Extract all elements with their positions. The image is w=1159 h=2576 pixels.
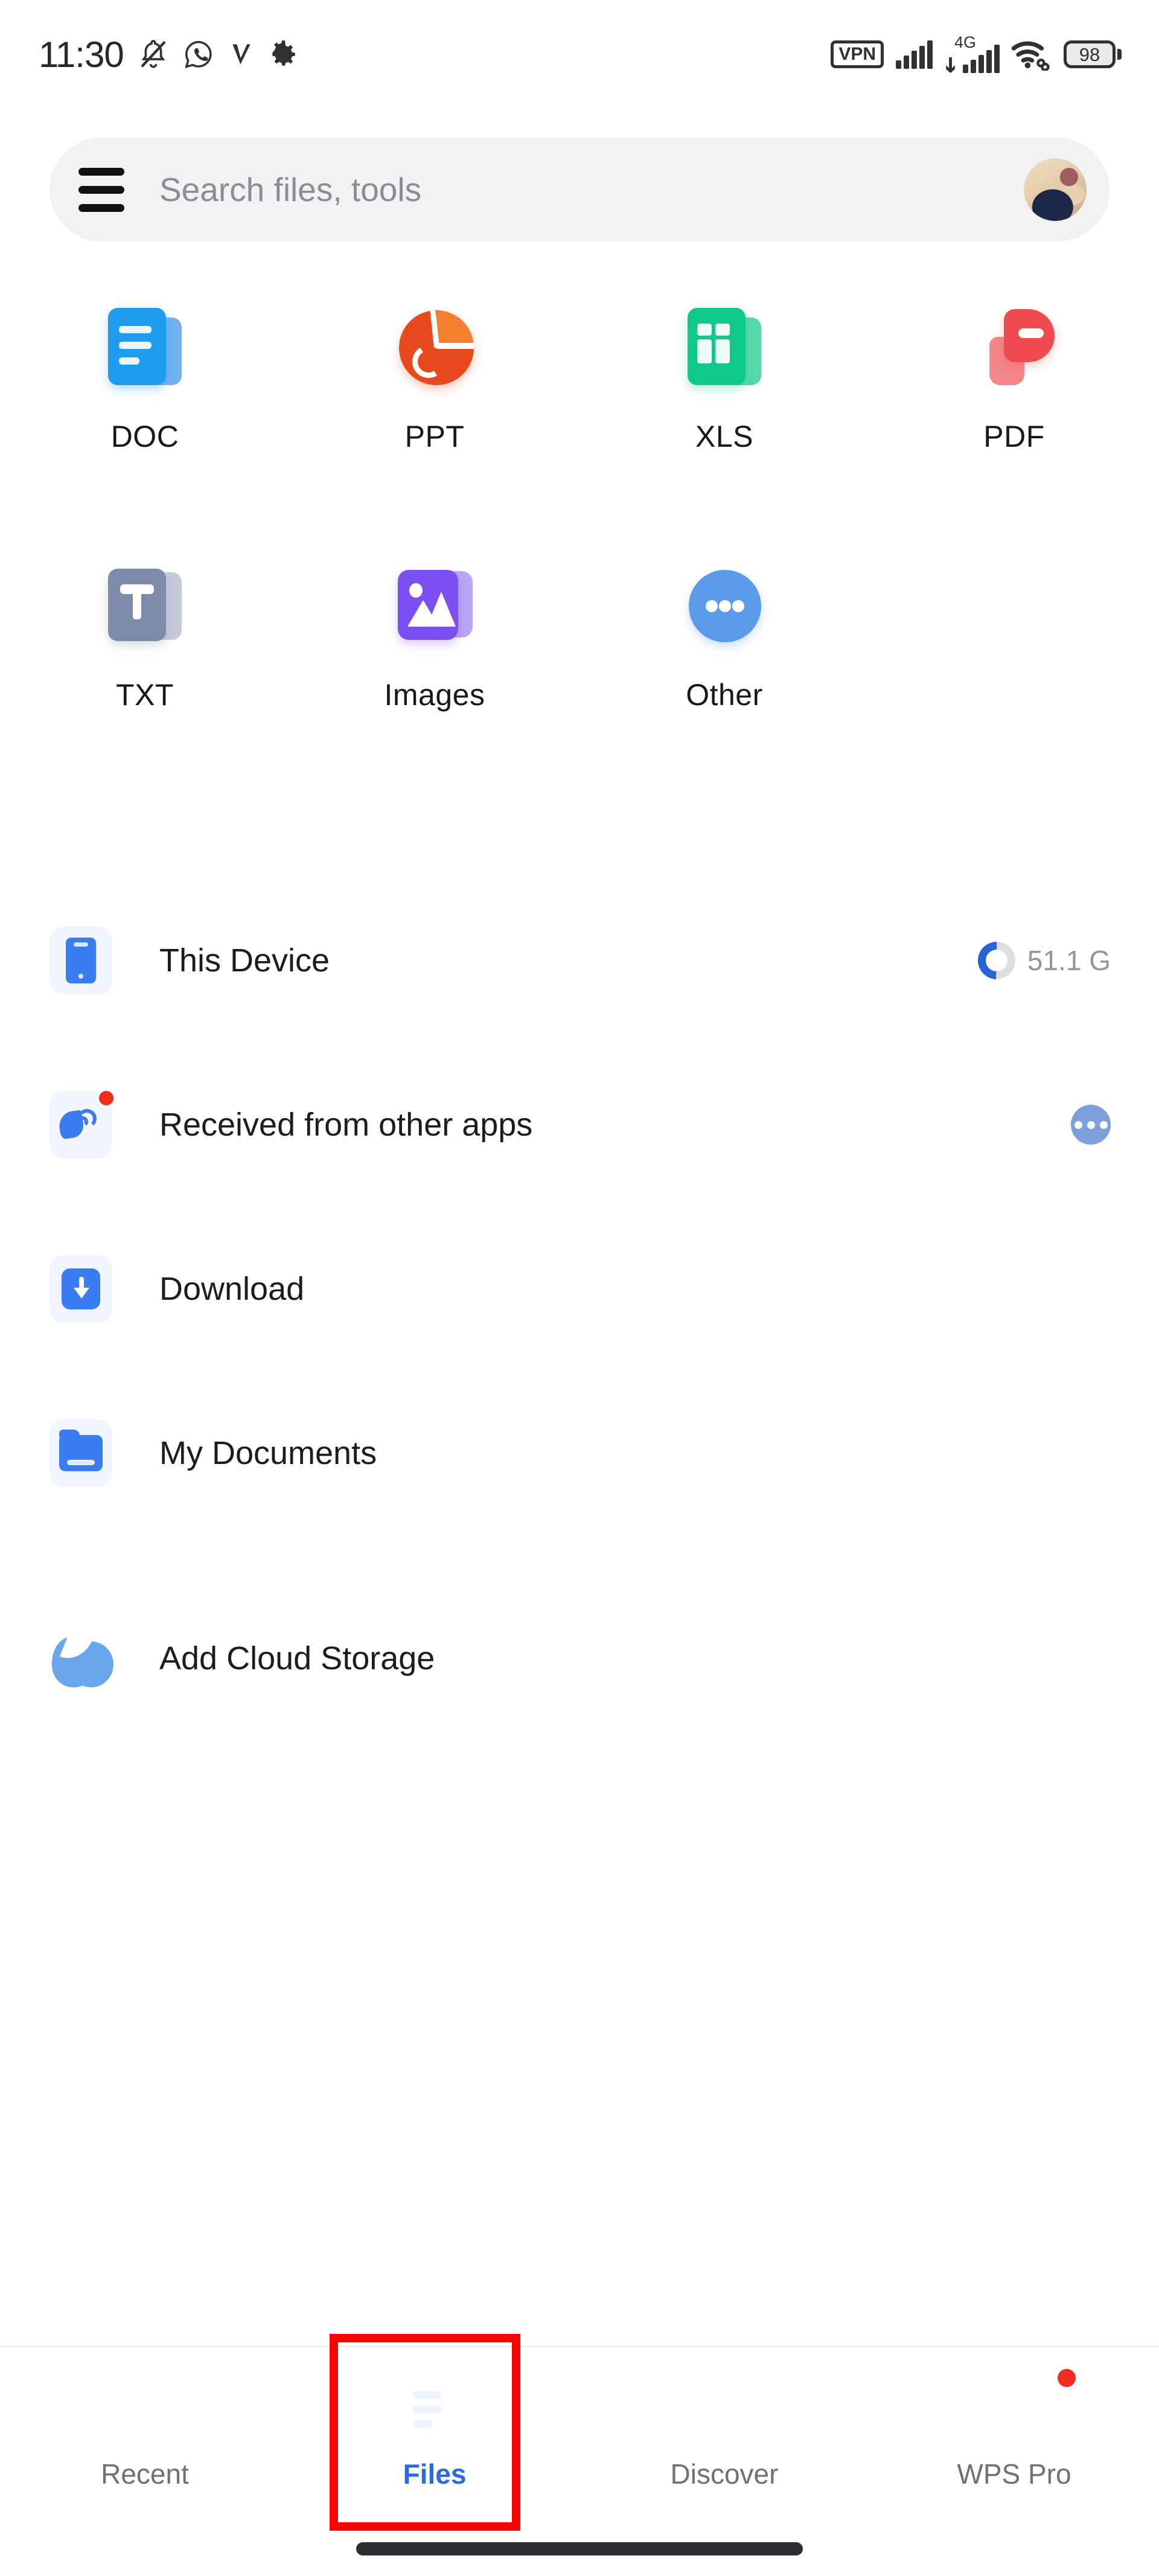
network-type-label: 4G bbox=[954, 33, 977, 51]
file-type-txt[interactable]: TXT bbox=[0, 560, 290, 712]
storage-list: This Device 51.1 G Received from other a… bbox=[0, 878, 1159, 1740]
list-item-label: Download bbox=[159, 1271, 305, 1307]
file-type-row-2: TXT Images Other bbox=[0, 560, 1159, 712]
file-type-other[interactable]: Other bbox=[580, 560, 869, 712]
file-type-images[interactable]: Images bbox=[290, 560, 580, 712]
list-item-download[interactable]: Download bbox=[0, 1207, 1159, 1371]
file-type-label: Images bbox=[384, 678, 485, 712]
doc-file-icon bbox=[100, 302, 190, 392]
file-type-ppt[interactable]: PPT bbox=[290, 302, 580, 454]
file-type-label: DOC bbox=[110, 420, 179, 453]
status-time: 11:30 bbox=[39, 34, 124, 75]
images-file-icon bbox=[389, 560, 480, 651]
wps-pro-icon bbox=[983, 2379, 1046, 2442]
file-type-label: PDF bbox=[983, 420, 1045, 453]
vpn-badge-icon: VPN bbox=[831, 40, 884, 68]
status-bar-left: 11:30 bbox=[39, 34, 299, 75]
tab-discover[interactable]: Discover bbox=[580, 2347, 869, 2522]
compass-icon bbox=[693, 2379, 756, 2442]
list-item-label: Received from other apps bbox=[159, 1107, 533, 1143]
file-type-xls[interactable]: XLS bbox=[580, 302, 869, 454]
file-type-label: Other bbox=[686, 678, 763, 712]
bell-muted-icon bbox=[141, 40, 166, 68]
list-item-this-device[interactable]: This Device 51.1 G bbox=[0, 878, 1159, 1043]
file-type-label: XLS bbox=[695, 420, 753, 453]
recent-icon bbox=[113, 2379, 176, 2442]
list-item-label: This Device bbox=[159, 942, 330, 979]
wifi-link-icon bbox=[1012, 41, 1050, 71]
notification-badge bbox=[97, 1088, 116, 1108]
list-item-label: My Documents bbox=[159, 1435, 377, 1471]
list-item-add-cloud-storage[interactable]: Add Cloud Storage bbox=[0, 1576, 1159, 1740]
home-indicator[interactable] bbox=[356, 2542, 803, 2555]
cloud-icon bbox=[49, 1625, 117, 1692]
tab-files[interactable]: Files bbox=[290, 2347, 580, 2522]
gear-icon bbox=[272, 40, 295, 66]
tab-label: Discover bbox=[670, 2458, 779, 2490]
file-type-row-1: DOC PPT XLS PDF bbox=[0, 302, 1159, 454]
status-bar-right: VPN 4G 98 bbox=[831, 33, 1122, 73]
pdf-file-icon bbox=[969, 302, 1059, 392]
data-arrows-icon bbox=[945, 57, 959, 73]
battery-icon: 98 bbox=[1064, 40, 1122, 68]
files-icon bbox=[403, 2379, 466, 2442]
folder-icon bbox=[49, 1419, 112, 1487]
other-file-icon bbox=[679, 560, 770, 651]
storage-ring-icon bbox=[977, 942, 1015, 979]
list-item-label: Add Cloud Storage bbox=[159, 1640, 435, 1676]
hamburger-menu-icon[interactable] bbox=[78, 167, 124, 212]
download-icon bbox=[49, 1255, 112, 1323]
phone-screen: 11:30 VPN 4G 98 Search files, tools DOC … bbox=[0, 0, 1159, 2576]
tab-wps-pro[interactable]: WPS Pro bbox=[869, 2347, 1159, 2522]
file-type-grid: DOC PPT XLS PDF TXT Images Other bbox=[0, 302, 1159, 712]
received-apps-icon bbox=[49, 1088, 116, 1159]
phone-device-icon bbox=[49, 927, 112, 994]
ppt-file-icon bbox=[389, 302, 480, 392]
list-item-my-documents[interactable]: My Documents bbox=[0, 1371, 1159, 1535]
battery-level-label: 98 bbox=[1079, 43, 1100, 65]
more-options-button[interactable] bbox=[1071, 1105, 1111, 1145]
file-type-label: PPT bbox=[404, 420, 465, 453]
tab-label: Files bbox=[403, 2458, 467, 2490]
tab-recent[interactable]: Recent bbox=[0, 2347, 290, 2522]
file-type-label: TXT bbox=[116, 678, 174, 712]
vpn-check-icon bbox=[232, 44, 251, 65]
whatsapp-icon bbox=[185, 40, 212, 68]
signal-4g-icon: 4G bbox=[945, 33, 1000, 73]
file-type-pdf[interactable]: PDF bbox=[869, 302, 1159, 454]
list-item-received-from-other-apps[interactable]: Received from other apps bbox=[0, 1043, 1159, 1207]
bottom-nav: Recent Files Discover WPS Pro bbox=[0, 2347, 1159, 2522]
tab-label: Recent bbox=[101, 2458, 189, 2490]
notification-dot bbox=[1058, 2369, 1076, 2387]
xls-file-icon bbox=[679, 302, 770, 392]
storage-size-label: 51.1 G bbox=[1027, 945, 1111, 976]
user-avatar[interactable] bbox=[1024, 158, 1087, 221]
file-type-doc[interactable]: DOC bbox=[0, 302, 290, 454]
txt-file-icon bbox=[100, 560, 190, 651]
search-bar[interactable]: Search files, tools bbox=[49, 138, 1110, 241]
status-bar: 11:30 VPN 4G 98 bbox=[0, 0, 1159, 109]
search-input[interactable]: Search files, tools bbox=[159, 170, 1024, 209]
signal-bars-icon bbox=[896, 40, 933, 69]
tab-label: WPS Pro bbox=[957, 2458, 1071, 2490]
file-type-empty-slot bbox=[869, 560, 1159, 712]
